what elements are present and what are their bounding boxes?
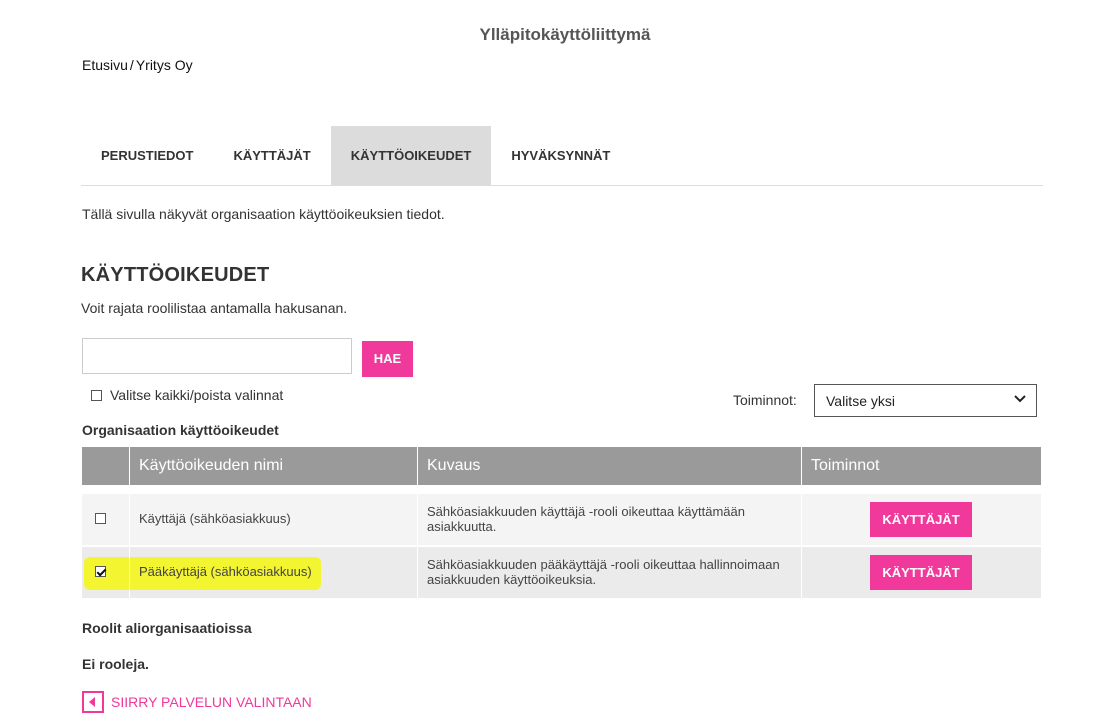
breadcrumb: Etusivu / Yritys Oy: [82, 57, 193, 73]
role-actions-cell: KÄYTTÄJÄT: [801, 494, 1041, 545]
app-title: Ylläpitokäyttöliittymä: [479, 25, 651, 44]
back-to-services-link[interactable]: SIIRRY PALVELUN VALINTAAN: [82, 691, 312, 713]
tab-kayttooikeudet[interactable]: KÄYTTÖOIKEUDET: [330, 126, 492, 185]
table-row: Pääkäyttäjä (sähköasiakkuus) Sähköasiakk…: [82, 547, 1041, 598]
breadcrumb-separator: /: [129, 57, 134, 73]
select-all-toggle[interactable]: Valitse kaikki/poista valinnat: [91, 387, 283, 403]
role-description-cell: Sähköasiakkuuden käyttäjä -rooli oikeutt…: [417, 494, 801, 545]
tab-bar: PERUSTIEDOT KÄYTTÄJÄT KÄYTTÖOIKEUDET HYV…: [81, 126, 1043, 186]
tab-kayttajat[interactable]: KÄYTTÄJÄT: [213, 126, 330, 185]
select-all-label: Valitse kaikki/poista valinnat: [110, 387, 284, 403]
back-arrow-icon: [82, 691, 104, 713]
role-description-cell: Sähköasiakkuuden pääkäyttäjä -rooli oike…: [417, 547, 801, 598]
row-select-cell: [82, 494, 129, 545]
tab-hyvaksynnat[interactable]: HYVÄKSYNNÄT: [491, 126, 630, 185]
header-actions: Toiminnot: [801, 447, 1041, 485]
row-checkbox[interactable]: [95, 513, 106, 524]
select-all-checkbox[interactable]: [91, 389, 102, 401]
section-title: KÄYTTÖOIKEUDET: [81, 264, 270, 286]
role-description: Sähköasiakkuuden pääkäyttäjä -rooli oike…: [427, 557, 780, 587]
header-select: [82, 447, 129, 485]
chevron-down-icon: [1014, 395, 1026, 403]
breadcrumb-current: Yritys Oy: [135, 57, 193, 73]
search-hint: Voit rajata roolilistaa antamalla hakusa…: [81, 300, 348, 316]
intro-text: Tällä sivulla näkyvät organisaation käyt…: [82, 206, 445, 222]
tab-perustiedot[interactable]: PERUSTIEDOT: [81, 126, 213, 185]
role-name: Pääkäyttäjä (sähköasiakkuus): [139, 564, 312, 579]
breadcrumb-home[interactable]: Etusivu: [82, 57, 128, 73]
role-name-cell: Pääkäyttäjä (sähköasiakkuus): [129, 547, 417, 598]
role-description: Sähköasiakkuuden käyttäjä -rooli oikeutt…: [427, 504, 745, 534]
row-select-cell: [82, 547, 129, 598]
back-link-label: SIIRRY PALVELUN VALINTAAN: [111, 694, 312, 710]
row-checkbox[interactable]: [95, 566, 106, 577]
actions-dropdown[interactable]: Valitse yksi: [814, 384, 1037, 417]
search-button[interactable]: HAE: [362, 341, 413, 377]
role-actions-cell: KÄYTTÄJÄT: [801, 547, 1041, 598]
search-input[interactable]: [82, 338, 352, 374]
actions-label: Toiminnot:: [733, 392, 797, 408]
role-name-cell: Käyttäjä (sähköasiakkuus): [129, 494, 417, 545]
header-name: Käyttöoikeuden nimi: [129, 447, 417, 485]
table-title: Organisaation käyttöoikeudet: [82, 422, 279, 438]
header-description: Kuvaus: [417, 447, 801, 485]
no-roles-text: Ei rooleja.: [82, 656, 149, 672]
users-button[interactable]: KÄYTTÄJÄT: [870, 502, 972, 537]
actions-dropdown-value: Valitse yksi: [826, 393, 895, 409]
table-header: Käyttöoikeuden nimi Kuvaus Toiminnot: [82, 447, 1041, 485]
role-name: Käyttäjä (sähköasiakkuus): [139, 511, 291, 526]
table-row: Käyttäjä (sähköasiakkuus) Sähköasiakkuud…: [82, 494, 1041, 545]
users-button[interactable]: KÄYTTÄJÄT: [870, 555, 972, 590]
sub-org-title: Roolit aliorganisaatioissa: [82, 620, 252, 636]
